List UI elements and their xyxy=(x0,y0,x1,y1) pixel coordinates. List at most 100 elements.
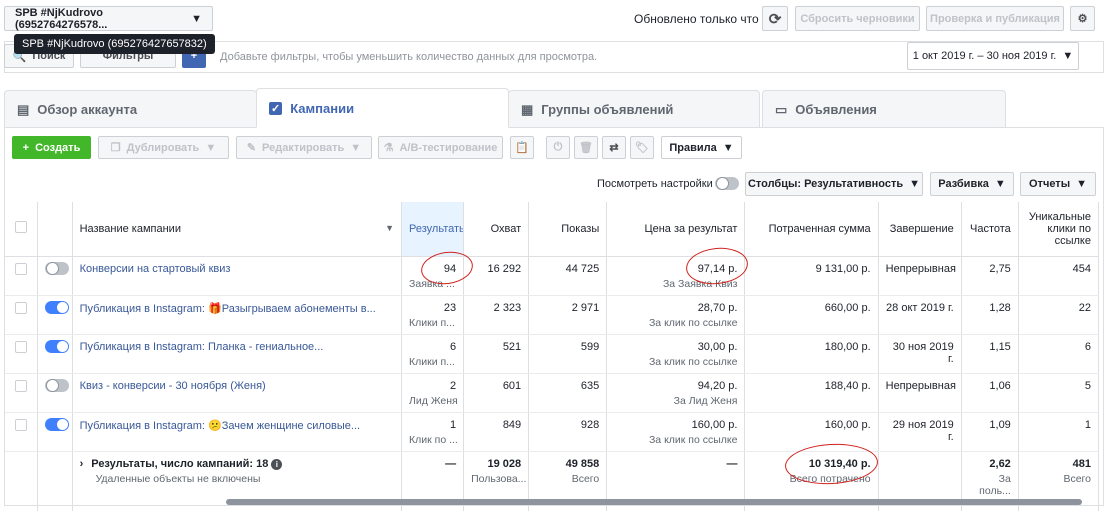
row-checkbox[interactable] xyxy=(14,262,27,275)
view-settings-toggle[interactable] xyxy=(715,177,739,190)
horizontal-scrollbar[interactable] xyxy=(226,499,1082,505)
discard-drafts-button[interactable]: Сбросить черновики xyxy=(795,6,920,31)
spent-value: 9 131,00 р. xyxy=(815,262,871,275)
tag-button[interactable]: 🏷 xyxy=(630,136,654,159)
tab-account-overview[interactable]: ▤ Обзор аккаунта xyxy=(4,90,257,128)
campaign-toggle[interactable] xyxy=(44,339,69,353)
frequency-cell: 1,09 xyxy=(961,412,1019,452)
column-header-unique-clicks[interactable]: Уникальные клики по ссылке xyxy=(1018,202,1100,257)
columns-button[interactable]: Столбцы: Результативность ▼ xyxy=(745,172,923,196)
column-header-results[interactable]: Результаты xyxy=(401,202,465,257)
results-value: 1 xyxy=(449,418,457,431)
reach-value: 521 xyxy=(502,340,522,353)
review-publish-button[interactable]: Проверка и публикация xyxy=(926,6,1064,31)
settings-button[interactable]: ⚙ xyxy=(1070,6,1095,31)
column-header-reach[interactable]: Охват xyxy=(463,202,530,257)
ab-test-button[interactable]: ⚗ A/B-тестирование xyxy=(378,136,503,159)
cost-sub: За Лид Женя xyxy=(673,394,738,407)
campaign-name-link[interactable]: Конверсии на стартовый квиз xyxy=(80,263,231,275)
preview-icon: ⇄ xyxy=(609,142,619,154)
row-checkbox-cell xyxy=(5,295,38,335)
end-cell: Непрерывная xyxy=(878,256,962,296)
clipboard-icon: 📋 xyxy=(515,142,529,154)
spent-cell: 180,00 р. xyxy=(744,334,879,374)
campaigns-table: Название кампании ▼ Результаты Охват Пока… xyxy=(5,202,1100,511)
power-button[interactable]: ⏻ xyxy=(546,136,570,159)
row-toggle-cell xyxy=(37,256,73,296)
frequency-value: 1,06 xyxy=(989,379,1011,392)
create-button[interactable]: + Создать xyxy=(12,136,91,159)
preview-button[interactable]: ⇄ xyxy=(602,136,626,159)
table-row[interactable]: Публикация в Instagram: 🎁Разыгрываем або… xyxy=(5,295,1100,335)
campaign-toggle[interactable] xyxy=(44,378,69,392)
results-value: 6 xyxy=(449,340,457,353)
campaign-name-link[interactable]: Квиз - конверсии - 30 ноября (Женя) xyxy=(80,380,266,392)
toggle-header xyxy=(37,202,73,257)
reports-button[interactable]: Отчеты ▼ xyxy=(1020,172,1096,196)
row-checkbox[interactable] xyxy=(14,340,27,353)
account-selector[interactable]: SPB #NjKudrovo (6952764276578... ▼ xyxy=(4,6,213,31)
campaign-name-link[interactable]: Публикация в Instagram: 😕Зачем женщине с… xyxy=(80,420,360,432)
end-value: 28 окт 2019 г. xyxy=(886,301,954,314)
campaign-name-link[interactable]: Публикация в Instagram: 🎁Разыгрываем або… xyxy=(80,303,376,315)
column-spent-label: Потраченная сумма xyxy=(768,222,871,235)
clipboard-button[interactable]: 📋 xyxy=(510,136,534,159)
spent-value: 660,00 р. xyxy=(824,301,871,314)
table-row[interactable]: Квиз - конверсии - 30 ноября (Женя) 2 Лид … xyxy=(5,373,1100,413)
campaign-toggle[interactable] xyxy=(44,261,69,275)
date-range-label: 1 окт 2019 г. – 30 ноя 2019 г. xyxy=(912,50,1057,62)
tab-adsets[interactable]: ▦ Группы объявлений xyxy=(508,90,760,128)
unique-clicks-value: 5 xyxy=(1084,379,1091,392)
summary-frequency-sub: За поль... xyxy=(979,472,1011,497)
breakdown-button[interactable]: Разбивка ▼ xyxy=(930,172,1014,196)
impressions-cell: 635 xyxy=(528,373,608,413)
tab-campaigns[interactable]: ✓ Кампании xyxy=(256,88,509,128)
duplicate-button[interactable]: ❐ Дублировать ▼ xyxy=(98,136,229,159)
row-checkbox[interactable] xyxy=(14,379,27,392)
column-header-spent[interactable]: Потраченная сумма xyxy=(744,202,879,257)
cost-value: 28,70 р. xyxy=(697,301,738,314)
tag-icon: 🏷 xyxy=(635,142,649,154)
summary-title: Результаты, число кампаний: 18 xyxy=(91,457,269,470)
table-row[interactable]: Конверсии на стартовый квиз 94 Заявка ... 1… xyxy=(5,256,1100,296)
frequency-value: 1,28 xyxy=(989,301,1011,314)
chevron-down-icon: ▼ xyxy=(994,178,1006,190)
row-toggle-cell xyxy=(37,412,73,452)
row-checkbox[interactable] xyxy=(14,301,27,314)
column-unique-clicks-label: Уникальные клики по ссылке xyxy=(1028,210,1091,247)
campaign-toggle[interactable] xyxy=(44,300,69,314)
campaign-name-cell: Публикация в Instagram: 🎁Разыгрываем або… xyxy=(72,295,403,335)
chevron-down-icon: ▼ xyxy=(191,12,202,25)
delete-button[interactable]: 🗑 xyxy=(574,136,598,159)
table-row[interactable]: Публикация в Instagram: Планка - гениаль… xyxy=(5,334,1100,374)
reach-value: 601 xyxy=(502,379,522,392)
cost-cell: 160,00 р. За клик по ссылке xyxy=(606,412,746,452)
results-sub: Клики п... xyxy=(409,316,455,329)
ads-icon: ▭ xyxy=(775,101,788,117)
campaign-toggle[interactable] xyxy=(44,417,69,431)
column-frequency-label: Частота xyxy=(970,222,1011,235)
date-range-picker[interactable]: 1 окт 2019 г. – 30 ноя 2019 г. ▼ xyxy=(907,42,1079,70)
frequency-value: 2,75 xyxy=(989,262,1011,275)
account-overview-icon: ▤ xyxy=(17,101,30,117)
column-header-end[interactable]: Завершение xyxy=(878,202,962,257)
results-cell: 94 Заявка ... xyxy=(401,256,465,296)
info-icon[interactable]: i xyxy=(271,458,283,470)
end-cell: 29 ноя 2019 г. xyxy=(878,412,962,452)
column-header-cost[interactable]: Цена за результат xyxy=(606,202,746,257)
column-header-impressions[interactable]: Показы xyxy=(528,202,608,257)
rules-button[interactable]: Правила ▼ xyxy=(661,136,742,159)
end-value: Непрерывная xyxy=(885,262,956,275)
row-checkbox[interactable] xyxy=(14,418,27,431)
ab-test-label: A/B-тестирование xyxy=(399,141,498,154)
select-all-checkbox[interactable] xyxy=(14,221,27,234)
column-header-name[interactable]: Название кампании ▼ xyxy=(72,202,403,257)
chevron-right-icon[interactable]: › xyxy=(80,458,84,470)
edit-button[interactable]: ✎ Редактировать ▼ xyxy=(236,136,372,159)
table-row[interactable]: Публикация в Instagram: 😕Зачем женщине с… xyxy=(5,412,1100,452)
refresh-button[interactable]: ⟳ xyxy=(762,6,788,31)
column-header-frequency[interactable]: Частота xyxy=(961,202,1019,257)
campaign-name-link[interactable]: Публикация в Instagram: Планка - гениаль… xyxy=(80,341,324,353)
spent-value: 180,00 р. xyxy=(824,340,871,353)
tab-ads[interactable]: ▭ Объявления xyxy=(762,90,1006,128)
